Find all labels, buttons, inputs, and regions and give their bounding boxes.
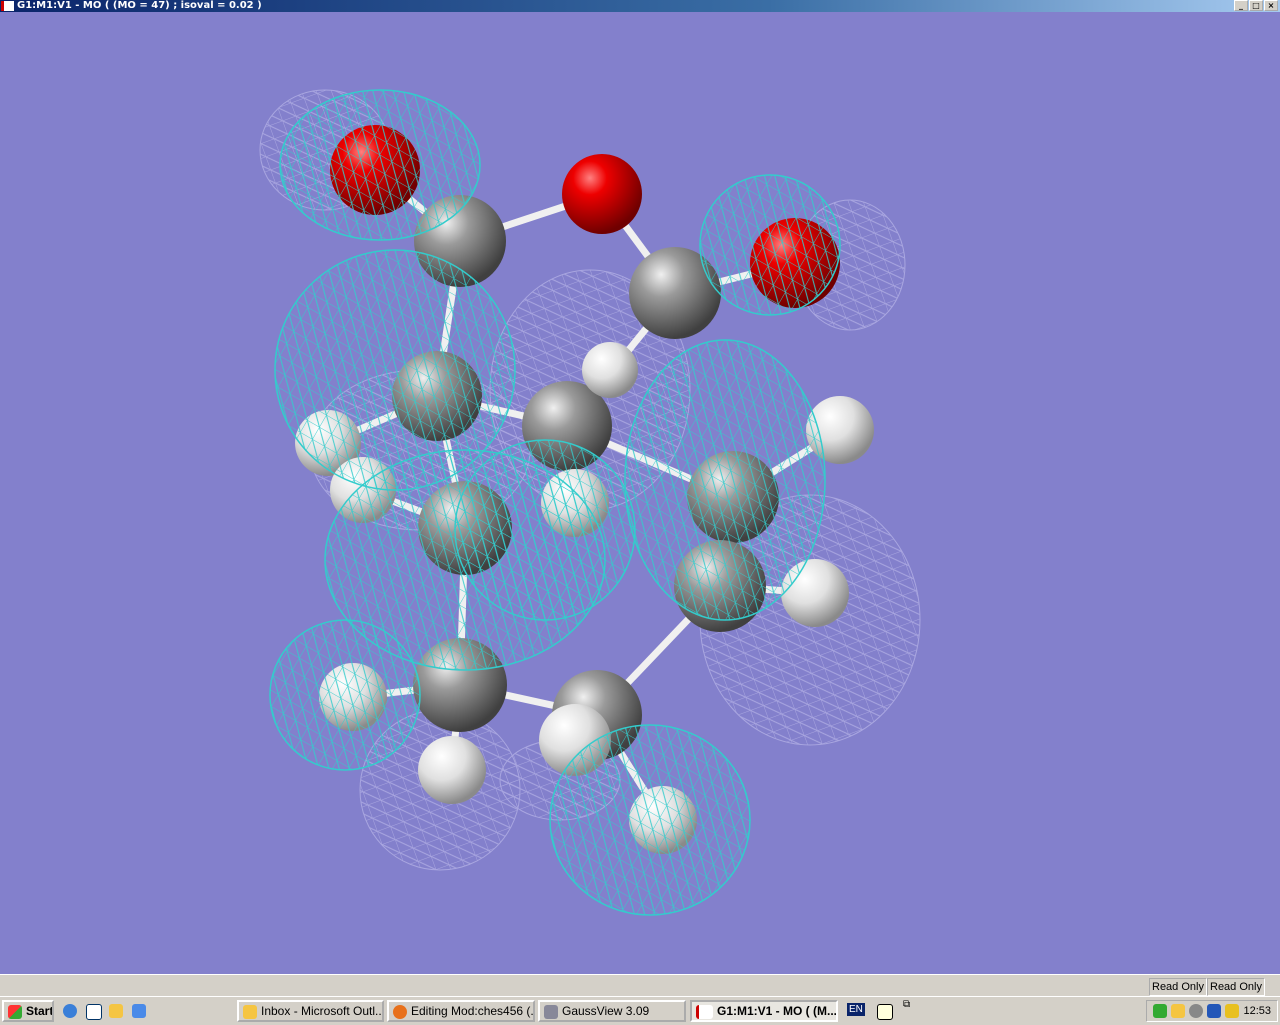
positive-orbital-lobe (549, 724, 751, 916)
minimize-button[interactable]: _ (1234, 0, 1248, 11)
close-button[interactable]: × (1264, 0, 1278, 11)
positive-orbital-lobe (454, 439, 636, 621)
start-label: Start (26, 1004, 54, 1018)
task-button-firefox[interactable]: Editing Mod:ches456 (... (387, 1000, 535, 1022)
maximize-button[interactable]: □ (1249, 0, 1263, 11)
clock[interactable]: 12:53 (1243, 1001, 1271, 1021)
restore-bar-icon[interactable]: ⧉ (903, 999, 910, 1010)
firefox-icon (393, 1004, 407, 1019)
task-button-mo-window[interactable]: G1:M1:V1 - MO ( (M... (690, 1000, 838, 1022)
status-field: Read Only (1207, 978, 1265, 996)
gaussview-window-icon (696, 1004, 713, 1019)
help-icon[interactable] (877, 1004, 893, 1020)
show-desktop-icon[interactable] (86, 1004, 102, 1020)
title-bar: G1:M1:V1 - MO ( (MO = 47) ; isoval = 0.0… (0, 0, 1280, 12)
oxygen-atom[interactable] (562, 154, 642, 234)
outlook-tray-icon[interactable] (1171, 1004, 1185, 1018)
positive-orbital-lobe (624, 339, 826, 621)
language-indicator[interactable]: EN (847, 1003, 865, 1016)
task-label: GaussView 3.09 (562, 1004, 650, 1018)
hydrogen-atom[interactable] (582, 342, 638, 398)
start-button[interactable]: Start (2, 1000, 54, 1022)
status-bar: Read Only Read Only (0, 974, 1280, 997)
hydrogen-atom[interactable] (418, 736, 486, 804)
windows-logo-icon (8, 1004, 22, 1019)
taskbar: Start Inbox - Microsoft Outl... Editing … (0, 996, 1280, 1025)
update-icon[interactable] (132, 1004, 146, 1018)
status-field: Read Only (1149, 978, 1207, 996)
window-title: G1:M1:V1 - MO ( (MO = 47) ; isoval = 0.0… (17, 0, 262, 11)
outlook-icon[interactable] (109, 1004, 123, 1018)
app-icon (1, 1, 14, 11)
positive-orbital-lobe (699, 174, 841, 316)
internet-explorer-icon[interactable] (63, 1004, 77, 1018)
system-tray: 12:53 (1146, 1000, 1278, 1022)
positive-orbital-lobe (269, 619, 421, 771)
positive-orbital-lobe (279, 89, 481, 241)
task-label: Inbox - Microsoft Outl... (261, 1004, 384, 1018)
outlook-icon (243, 1004, 257, 1019)
network-icon[interactable] (1153, 1004, 1167, 1018)
task-label: G1:M1:V1 - MO ( (M... (717, 1004, 837, 1018)
task-button-outlook[interactable]: Inbox - Microsoft Outl... (237, 1000, 384, 1022)
molecule-viewport[interactable] (0, 12, 1280, 974)
gaussview-icon (544, 1004, 558, 1019)
shield-icon[interactable] (1225, 1004, 1239, 1018)
security-icon[interactable] (1189, 1004, 1203, 1018)
bluetooth-icon[interactable] (1207, 1004, 1221, 1018)
task-label: Editing Mod:ches456 (... (411, 1004, 535, 1018)
task-button-gaussview[interactable]: GaussView 3.09 (538, 1000, 686, 1022)
